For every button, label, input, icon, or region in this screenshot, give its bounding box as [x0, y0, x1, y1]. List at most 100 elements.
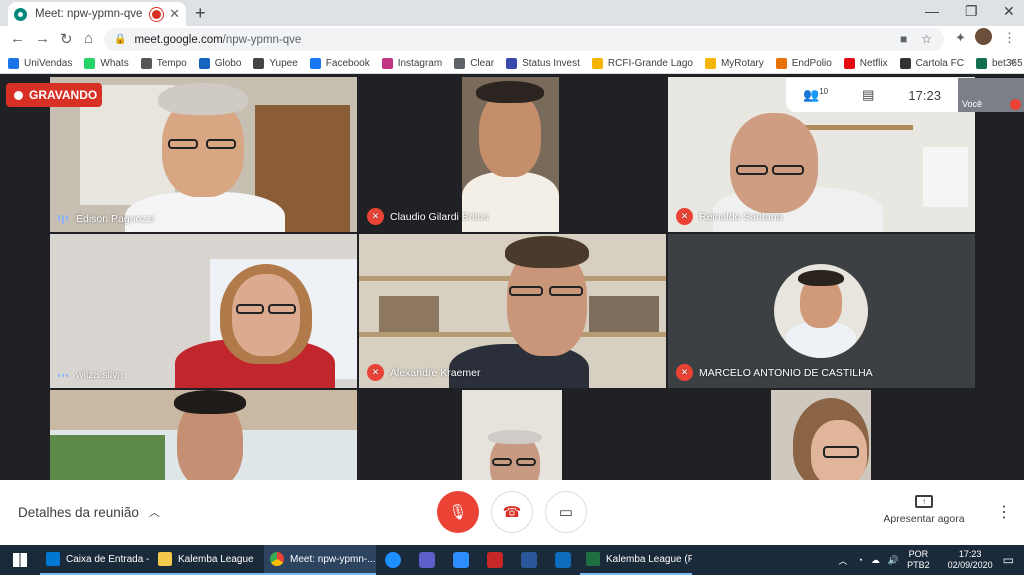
meeting-details-button[interactable]: Detalhes da reunião ︿ [18, 504, 160, 520]
bookmark-label: Cartola FC [915, 57, 964, 69]
video-tile-participant-8[interactable] [462, 390, 562, 480]
chrome-menu-icon[interactable]: ⋮ [1003, 30, 1016, 46]
record-dot-icon [14, 90, 23, 100]
bookshelf-books [379, 296, 439, 332]
bookmark-rcfi-grande-lago[interactable]: RCFI-Grande Lago [591, 57, 693, 69]
bookmark-favicon-icon [775, 57, 787, 69]
self-view-tile[interactable]: Você [958, 78, 1024, 112]
bookmark-favicon-icon [454, 57, 466, 69]
restore-button[interactable]: ❐ [965, 3, 978, 20]
bookmark-globo[interactable]: Globo [198, 57, 242, 69]
minimize-button[interactable]: — [925, 3, 939, 19]
participant-name: Claudio Gilardi Britos [390, 210, 489, 223]
home-icon[interactable]: ⌂ [84, 30, 93, 47]
camera-toggle-button[interactable]: ▭ [545, 491, 587, 533]
video-tile-participant-9[interactable] [771, 390, 871, 480]
new-tab-button[interactable]: + [195, 3, 206, 24]
bookmark-favicon-icon [253, 57, 265, 69]
video-tile-alexandre[interactable]: ✕ Alexandre Kraemer [359, 234, 666, 388]
onedrive-icon[interactable]: ☁ [871, 555, 880, 566]
bookmark-myrotary[interactable]: MyRotary [704, 57, 764, 69]
lang-top: POR [908, 549, 929, 559]
leave-call-button[interactable]: ☎ [491, 491, 533, 533]
video-tile-participant-7[interactable] [50, 390, 357, 480]
bookmark-cartola-fc[interactable]: Cartola FC [899, 57, 964, 69]
taskbar-security[interactable] [478, 545, 512, 575]
muted-mic-icon: ✕ [676, 208, 693, 225]
mic-off-icon: 🎙 [448, 504, 468, 521]
teams-icon [419, 552, 435, 568]
language-indicator[interactable]: POR PTB2 [907, 549, 930, 571]
bookmark-favicon-icon [899, 57, 911, 69]
taskbar-zoom[interactable] [444, 545, 478, 575]
address-bar[interactable]: 🔒 meet.google.com /npw-ypmn-qve ■ ☆ [104, 28, 944, 51]
taskbar-item-excel[interactable]: Kalemba League (P... [580, 545, 692, 575]
bookmark-favicon-icon [140, 57, 152, 69]
present-now-button[interactable]: ↑ Apresentar agora [882, 495, 966, 525]
bookmark-favicon-icon [591, 57, 603, 69]
windows-taskbar: Caixa de Entrada - f... Kalemba League M… [0, 545, 1024, 575]
bookmark-label: Globo [214, 57, 242, 69]
start-button[interactable] [0, 545, 40, 575]
bookmark-clear[interactable]: Clear [454, 57, 494, 69]
shield-icon [487, 552, 503, 568]
volume-icon[interactable]: 🔊 [888, 555, 899, 566]
bookmark-tempo[interactable]: Tempo [140, 57, 187, 69]
browser-tab[interactable]: Meet: npw-ypmn-qve ✕ [8, 2, 186, 26]
taskbar-item-label: Caixa de Entrada - f... [66, 553, 152, 565]
bookmark-yupee[interactable]: Yupee [253, 57, 298, 69]
taskbar-edge[interactable] [376, 545, 410, 575]
back-icon[interactable]: ← [10, 30, 25, 47]
forward-icon[interactable]: → [35, 30, 50, 47]
video-tile-marcelo[interactable]: ✕ MARCELO ANTONIO DE CASTILHA [668, 234, 975, 388]
bookmarks-overflow-icon[interactable]: » [1010, 56, 1016, 68]
video-tile-wilza[interactable]: wilza silva [50, 234, 357, 388]
video-tile-claudio[interactable]: ✕ Claudio Gilardi Britos [359, 77, 666, 232]
meeting-time: 17:23 [908, 87, 941, 103]
mic-toggle-button[interactable]: 🎙 [437, 491, 479, 533]
taskbar-item-outlook[interactable]: Caixa de Entrada - f... [40, 545, 152, 575]
window-close-button[interactable]: ✕ [1003, 3, 1015, 20]
bookmark-netflix[interactable]: Netflix [843, 57, 888, 69]
bookmark-status-invest[interactable]: Status Invest [506, 57, 580, 69]
bookmark-favicon-icon [381, 57, 393, 69]
bookmark-univendas[interactable]: UniVendas [8, 57, 72, 69]
app-window-icon [555, 552, 571, 568]
extensions-icon[interactable]: ✦ [955, 30, 966, 46]
network-icon[interactable]: ◔ [857, 555, 862, 565]
meeting-info-bar: 👥10 ▤ 17:23 [786, 78, 958, 112]
edge-icon [385, 552, 401, 568]
reload-icon[interactable]: ↻ [60, 30, 73, 48]
bookmark-facebook[interactable]: Facebook [309, 57, 370, 69]
taskbar-teams[interactable] [410, 545, 444, 575]
bookmark-star-icon[interactable]: ☆ [921, 32, 932, 46]
taskbar-word[interactable] [512, 545, 546, 575]
tab-title: Meet: npw-ypmn-qve [35, 8, 143, 20]
people-icon: 👥 [803, 87, 820, 102]
profile-avatar[interactable] [975, 28, 992, 45]
bookmark-label: EndPolio [791, 57, 832, 69]
bookmark-endpolio[interactable]: EndPolio [775, 57, 832, 69]
bookmark-label: Instagram [397, 57, 443, 69]
taskbar-item-chrome[interactable]: Meet: npw-ypmn-... [264, 545, 376, 575]
windows-logo-icon [13, 553, 27, 567]
tray-chevron-up-icon[interactable]: ︿ [838, 554, 847, 567]
notifications-icon[interactable]: ▭ [1003, 553, 1014, 567]
bookmark-label: Status Invest [522, 57, 580, 69]
taskbar-app[interactable] [546, 545, 580, 575]
bookmark-favicon-icon [309, 57, 321, 69]
clock[interactable]: 17:23 02/09/2020 [948, 549, 993, 571]
chat-icon[interactable]: ▤ [862, 87, 874, 103]
bookmark-instagram[interactable]: Instagram [381, 57, 443, 69]
camera-in-use-icon[interactable]: ■ [900, 32, 907, 46]
participants-button[interactable]: 👥10 [803, 87, 828, 103]
bookmark-whats[interactable]: Whats [84, 57, 129, 69]
bookmark-favicon-icon [975, 57, 987, 69]
self-label: Você [962, 99, 983, 109]
url-host: meet.google.com [134, 33, 223, 46]
recording-label: GRAVANDO [29, 88, 98, 102]
more-options-icon[interactable]: ⋮ [996, 502, 1012, 522]
tab-close-icon[interactable]: ✕ [169, 6, 180, 22]
taskbar-item-folder[interactable]: Kalemba League [152, 545, 264, 575]
hang-up-icon: ☎ [502, 504, 522, 521]
